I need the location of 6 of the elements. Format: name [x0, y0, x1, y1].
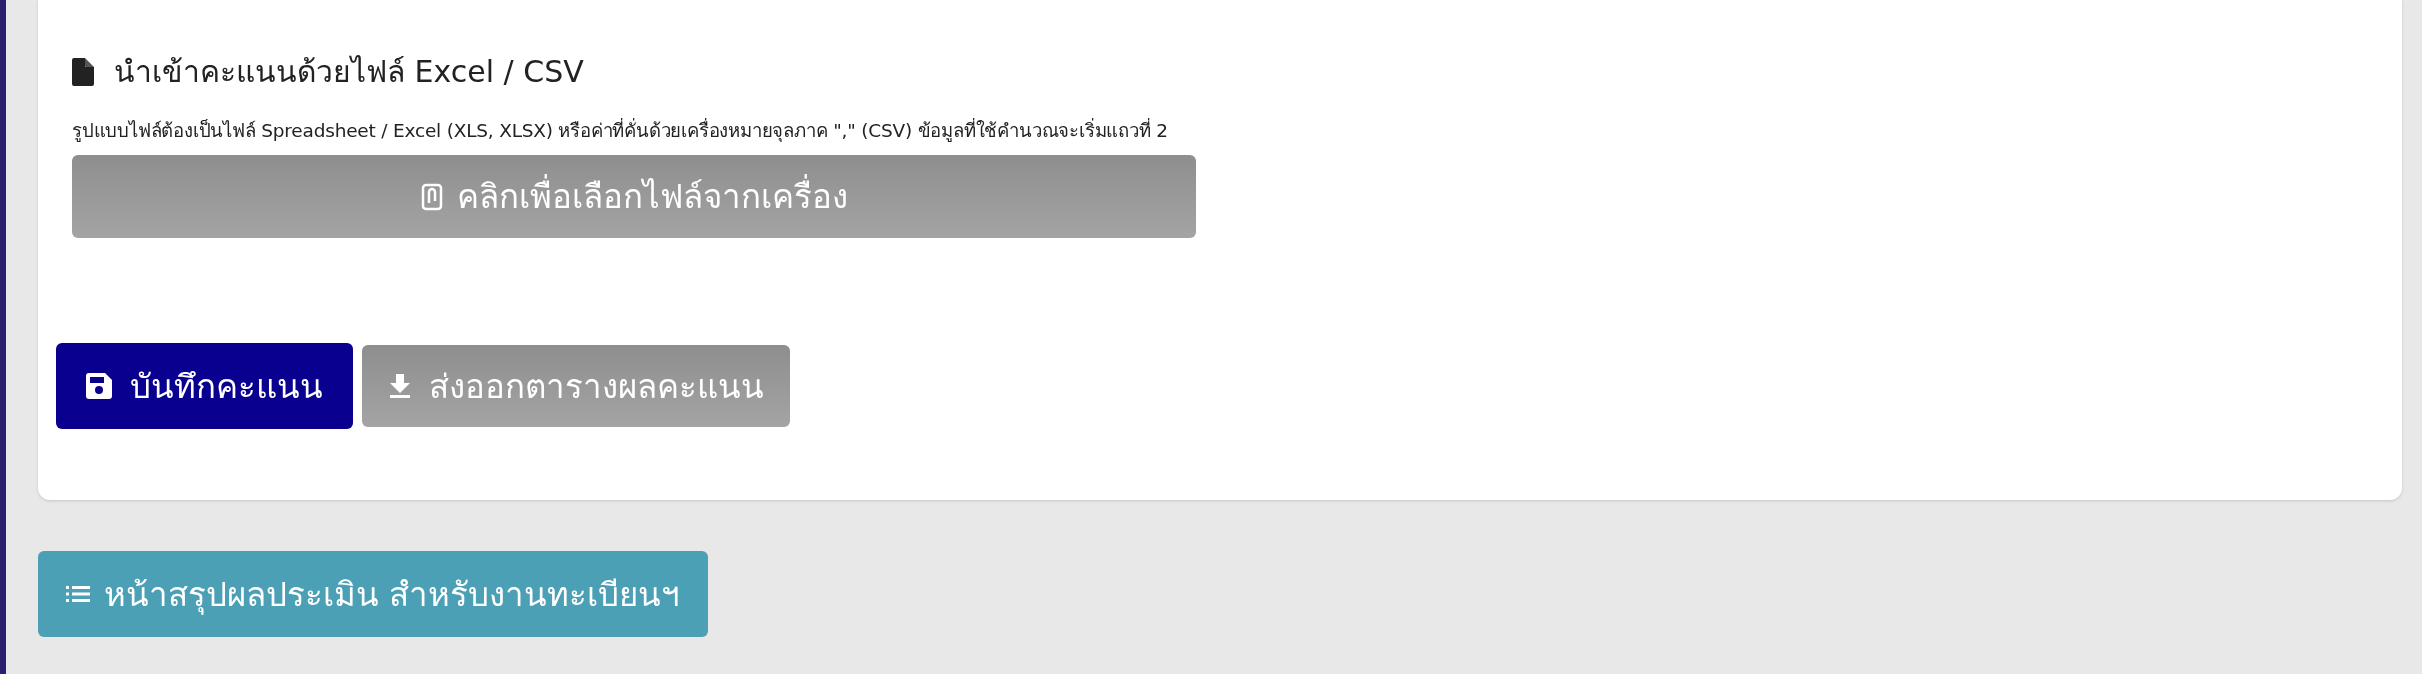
format-description: รูปแบบไฟล์ต้องเป็นไฟล์ Spreadsheet / Excel (XLS, XLSX) หรือค่าที่คั่นด้วยเครื่องหมายจุลภาค "," (CSV) ข้อมูลที่ใช้คำนวณจะเริ่มแถวที่ 2	[72, 117, 1169, 144]
section-title: นำเข้าคะแนนด้วยไฟล์ Excel / CSV	[114, 53, 584, 91]
choose-file-button[interactable]: คลิกเพื่อเลือกไฟล์จากเครื่อง	[72, 155, 1196, 238]
export-button[interactable]: ส่งออกตารางผลคะแนน	[362, 345, 790, 427]
summary-page-button[interactable]: หน้าสรุปผลประเมิน สำหรับงานทะเบียนฯ	[38, 551, 708, 637]
save-button[interactable]: บันทึกคะแนน	[56, 343, 353, 429]
